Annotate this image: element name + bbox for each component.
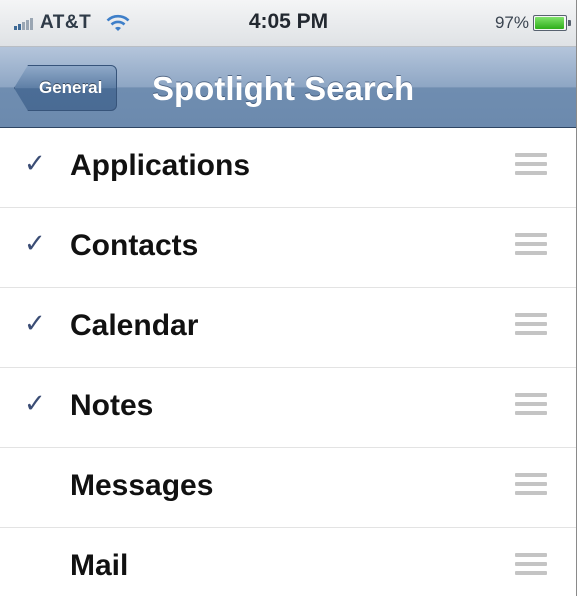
battery-icon [533, 15, 571, 31]
list-item-label: Contacts [70, 229, 199, 262]
list-item-label: Notes [70, 389, 154, 422]
reorder-grip-icon[interactable] [515, 233, 547, 257]
list-item-label: Messages [70, 469, 214, 502]
list-item[interactable]: Mail [0, 528, 577, 596]
checkmark-icon: ✓ [24, 148, 46, 178]
reorder-grip-icon[interactable] [515, 393, 547, 417]
battery-group: 97% [494, 12, 571, 34]
list-item[interactable]: ✓ Contacts [0, 208, 577, 288]
battery-percent: 97% [494, 13, 529, 32]
checkmark-icon: ✓ [24, 388, 46, 418]
list-item-label: Applications [70, 149, 251, 182]
checkmark-icon: ✓ [24, 308, 46, 338]
list-item[interactable]: ✓ Applications [0, 128, 577, 208]
list-item-label: Calendar [70, 309, 199, 342]
reorder-grip-icon[interactable] [515, 153, 547, 177]
status-time: 4:05 PM [248, 10, 329, 33]
page-title: Spotlight Search [152, 70, 415, 107]
list-item[interactable]: ✓ Calendar [0, 288, 577, 368]
navigation-bar: General Spotlight Search [0, 47, 577, 128]
list-item[interactable]: Messages [0, 448, 577, 528]
reorder-grip-icon[interactable] [515, 473, 547, 497]
spotlight-search-list: ✓ Applications ✓ Contacts ✓ Calendar ✓ Notes Mes… [0, 128, 577, 596]
iphone-screen: AT&T 4:05 PM 97% General Spotlight Searc… [0, 0, 577, 596]
list-item-label: Mail [70, 549, 129, 582]
reorder-grip-icon[interactable] [515, 313, 547, 337]
status-bar: AT&T 4:05 PM 97% [0, 0, 577, 47]
reorder-grip-icon[interactable] [515, 553, 547, 577]
list-item[interactable]: ✓ Notes [0, 368, 577, 448]
checkmark-icon: ✓ [24, 228, 46, 258]
back-button-general[interactable]: General [14, 65, 118, 111]
battery-fill [535, 17, 565, 29]
